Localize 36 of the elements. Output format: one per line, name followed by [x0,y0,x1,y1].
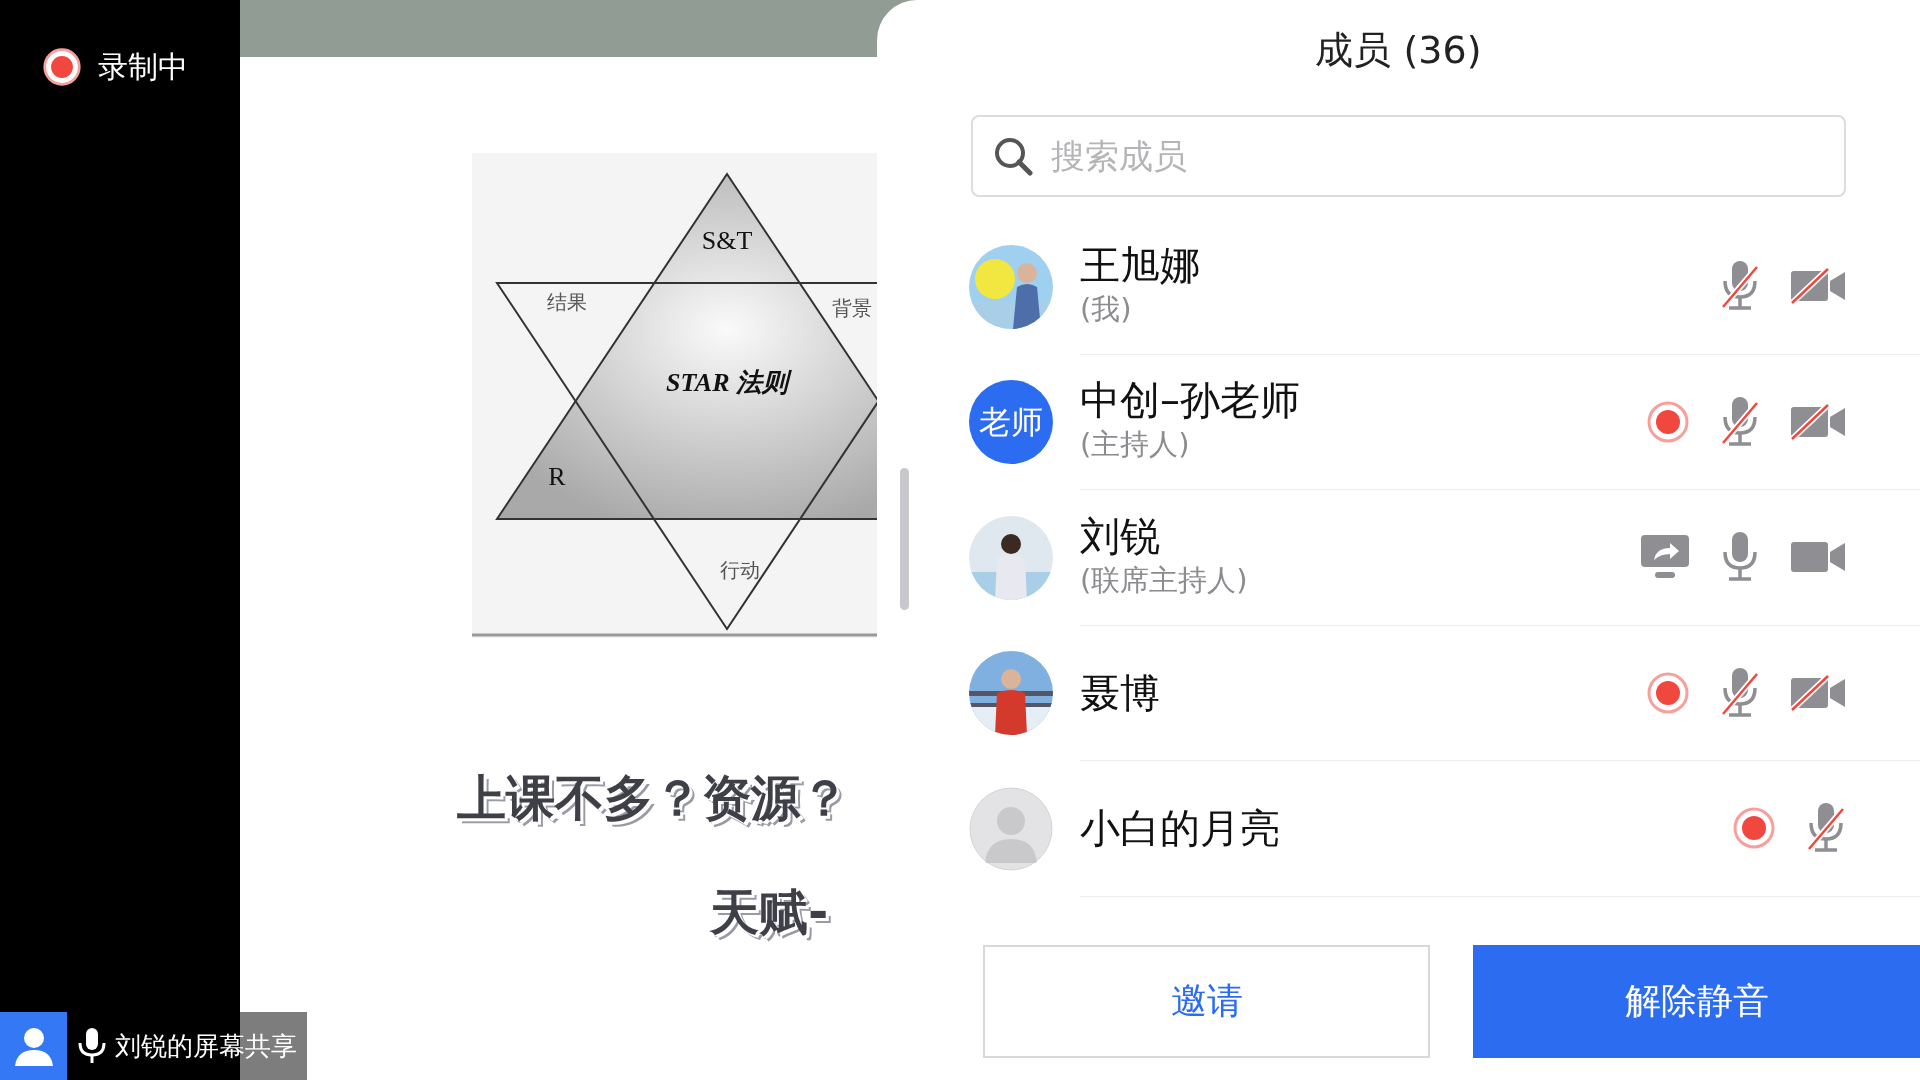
diagram-label: 背景 [832,297,872,319]
camera-off-icon[interactable] [1790,674,1846,711]
slide-text: 天赋- [710,882,830,943]
invite-button[interactable]: 邀请 [983,944,1430,1058]
camera-off-icon[interactable] [1790,403,1846,440]
mic-icon [77,1027,107,1065]
recording-icon [42,46,82,87]
avatar-badge: 老师 [969,380,1053,465]
slide-text: 上课不多？资源？ [457,769,850,829]
diagram-label: R [548,462,566,491]
camera-off-icon[interactable] [1790,268,1846,305]
search-icon [993,136,1033,176]
diagram-label: S&T [701,226,753,255]
member-name: 王旭娜 [1080,241,1201,288]
member-row[interactable]: 刘锐 (联席主持人) [877,490,1920,626]
recording-label: 录制中 [98,48,188,86]
unmute-button[interactable]: 解除静音 [1473,944,1920,1058]
member-role: (主持人) [1080,426,1191,463]
member-name: 小白的月亮 [1080,805,1281,852]
diagram-label: 结果 [547,291,587,313]
member-role: (联席主持人) [1080,561,1249,599]
mic-muted-icon[interactable] [1720,394,1760,449]
diagram-label: 行动 [720,559,760,581]
person-icon [0,1012,67,1080]
member-name: 聂博 [1080,669,1161,716]
member-name: 刘锐 [1080,512,1161,559]
member-role: (我) [1080,290,1133,328]
panel-title: 成员 (36) [1314,27,1483,74]
member-name: 中创–孙老师 [1080,377,1301,423]
avatar-placeholder-icon [969,786,1053,871]
member-row[interactable]: 聂博 [877,625,1920,761]
mic-muted-icon[interactable] [1720,665,1760,720]
member-row[interactable]: 王旭娜 (我) [877,219,1920,355]
share-label: 刘锐的屏幕共享 [115,1029,297,1063]
member-row[interactable]: 小白的月亮 [877,761,1920,897]
search-field[interactable]: 搜索成员 [971,115,1846,197]
